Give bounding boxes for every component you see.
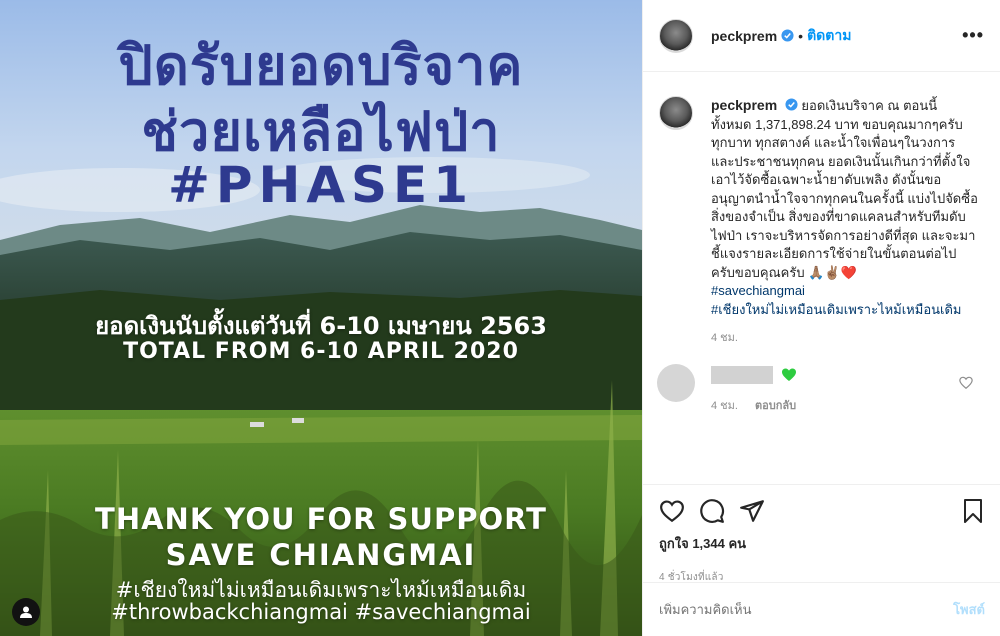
post-header: peckprem • ติดตาม ••• [643,0,1000,72]
caption: peckprem ยอดเงินบริจาค ณ ตอนนี้ ทั้งหมด … [659,96,985,348]
comment-bubble-icon[interactable] [699,498,725,524]
post-actions: ถูกใจ 1,344 คน 4 ชั่วโมงที่แล้ว [643,484,1000,583]
avatar[interactable] [659,18,693,53]
verified-badge-icon [785,98,798,111]
post-image[interactable]: ปิดรับยอดบริจาค ช่วยเหลือไฟป่า #PHASE1 ย… [0,0,642,636]
avatar[interactable] [659,96,693,130]
header-username[interactable]: peckprem [711,28,777,44]
green-heart-icon [782,368,797,381]
add-comment-bar: โพสต์ [643,582,1000,636]
comment-item: 4 ชม. ตอบกลับ [657,363,985,414]
image-thanks: THANK YOU FOR SUPPORT [95,502,547,536]
comment-like-heart-icon[interactable] [959,376,973,390]
redacted-username [711,365,773,384]
image-save: SAVE CHIANGMAI [165,538,477,572]
user-tag-icon[interactable] [12,598,40,626]
caption-hashtag-savechiangmai[interactable]: #savechiangmai [711,282,979,301]
caption-hashtag-thai[interactable]: #เชียงใหม่ไม่เหมือนเดิมเพราะไหม้เหมือนเด… [711,301,979,320]
caption-username[interactable]: peckprem [711,97,777,113]
bookmark-icon[interactable] [961,498,985,524]
more-horizontal-icon[interactable]: ••• [962,25,984,46]
verified-badge-icon [781,29,794,42]
commenter-avatar[interactable] [657,363,695,402]
follow-button[interactable]: ติดตาม [807,25,851,47]
post-comment-button[interactable]: โพสต์ [953,599,985,620]
share-send-icon[interactable] [739,498,765,524]
image-title-phase: #PHASE1 [167,156,475,214]
reply-button[interactable]: ตอบกลับ [755,400,796,412]
like-heart-icon[interactable] [659,498,685,524]
caption-text: ยอดเงินบริจาค ณ ตอนนี้ ทั้งหมด 1,371,898… [711,98,978,280]
comment-time: 4 ชม. [711,399,738,412]
comment-input[interactable] [659,602,954,617]
post-sidebar: peckprem • ติดตาม ••• peckprem ยอดเงินบร… [642,0,1000,636]
header-separator: • [798,27,804,44]
image-hashtag-english: #throwbackchiangmai #savechiangmai [111,600,531,624]
caption-body: peckprem ยอดเงินบริจาค ณ ตอนนี้ ทั้งหมด … [711,96,979,348]
image-total-english: TOTAL FROM 6-10 APRIL 2020 [123,339,519,364]
caption-time: 4 ชม. [711,332,738,344]
comments-section: peckprem ยอดเงินบริจาค ณ ตอนนี้ ทั้งหมด … [643,72,1000,484]
likes-count[interactable]: ถูกใจ 1,344 คน [659,533,985,554]
comment-body: 4 ชม. ตอบกลับ [711,364,810,414]
